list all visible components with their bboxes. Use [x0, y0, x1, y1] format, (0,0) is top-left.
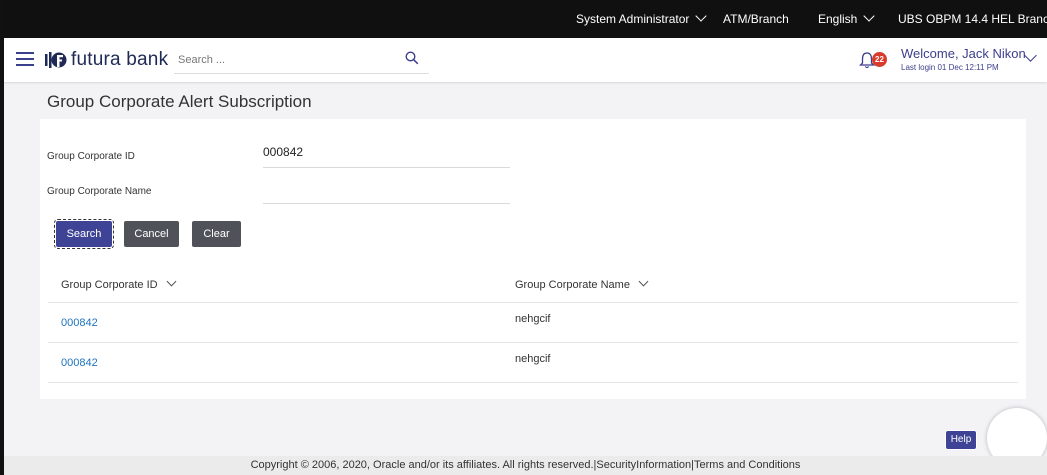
chevron-down-icon	[863, 10, 876, 22]
notification-badge: 22	[872, 52, 887, 67]
atm-branch-link[interactable]: ATM/Branch	[723, 12, 789, 26]
column-header-label: Group Corporate Name	[515, 279, 630, 291]
help-button[interactable]: Help	[945, 430, 977, 450]
role-label: System Administrator	[576, 12, 690, 26]
brand-logo[interactable]: futura bank	[45, 49, 168, 71]
row-2-name: nehgcif	[515, 353, 551, 365]
search-card: Group Corporate ID 000842 Group Corporat…	[40, 119, 1026, 399]
row-2-id-link[interactable]: 000842	[61, 357, 98, 369]
notifications[interactable]: 22	[858, 51, 887, 71]
global-search	[174, 49, 429, 74]
branch-menu[interactable]: UBS OBPM 14.4 HEL Branch	[898, 12, 1047, 26]
footer: Copyright © 2006, 2020, Oracle and/or it…	[4, 456, 1047, 475]
row-divider	[48, 342, 1018, 343]
role-menu[interactable]: System Administrator	[576, 10, 708, 26]
chevron-down-icon	[638, 276, 649, 287]
row-divider	[48, 382, 1018, 383]
group-corporate-name-field[interactable]	[263, 181, 510, 204]
branch-label: UBS OBPM 14.4 HEL Branch	[898, 12, 1047, 26]
last-login-text: Last login 01 Dec 12:11 PM	[901, 63, 999, 72]
futura-logo-icon	[45, 50, 67, 70]
search-button[interactable]: Search	[54, 219, 114, 249]
chevron-down-icon	[695, 10, 708, 22]
column-header-label: Group Corporate ID	[61, 279, 158, 291]
header: futura bank 22 Welcome, Jack Nikon Last …	[4, 38, 1047, 82]
cancel-button[interactable]: Cancel	[124, 221, 179, 247]
user-menu[interactable]: Welcome, Jack Nikon Last login 01 Dec 12…	[901, 46, 1037, 72]
search-input[interactable]	[174, 49, 402, 71]
top-bar: System Administrator ATM/Branch English …	[4, 0, 1047, 38]
row-1-id-link[interactable]: 000842	[61, 317, 98, 329]
group-corporate-name-label: Group Corporate Name	[47, 186, 152, 197]
clear-button[interactable]: Clear	[192, 221, 241, 247]
chevron-down-icon	[166, 276, 177, 287]
welcome-text: Welcome, Jack Nikon	[901, 46, 1026, 61]
chevron-down-icon	[1024, 49, 1037, 62]
row-divider	[48, 302, 1018, 303]
brand-name: futura bank	[71, 49, 169, 70]
group-corporate-id-label: Group Corporate ID	[47, 151, 135, 162]
page-title: Group Corporate Alert Subscription	[47, 92, 312, 111]
group-corporate-id-field[interactable]: 000842	[263, 145, 510, 168]
language-label: English	[818, 12, 858, 26]
row-1-name: nehgcif	[515, 313, 551, 325]
column-header-name[interactable]: Group Corporate Name	[515, 276, 649, 291]
menu-icon[interactable]	[16, 52, 34, 66]
search-icon[interactable]	[405, 51, 419, 70]
language-menu[interactable]: English	[818, 10, 876, 26]
column-header-id[interactable]: Group Corporate ID	[61, 276, 177, 291]
